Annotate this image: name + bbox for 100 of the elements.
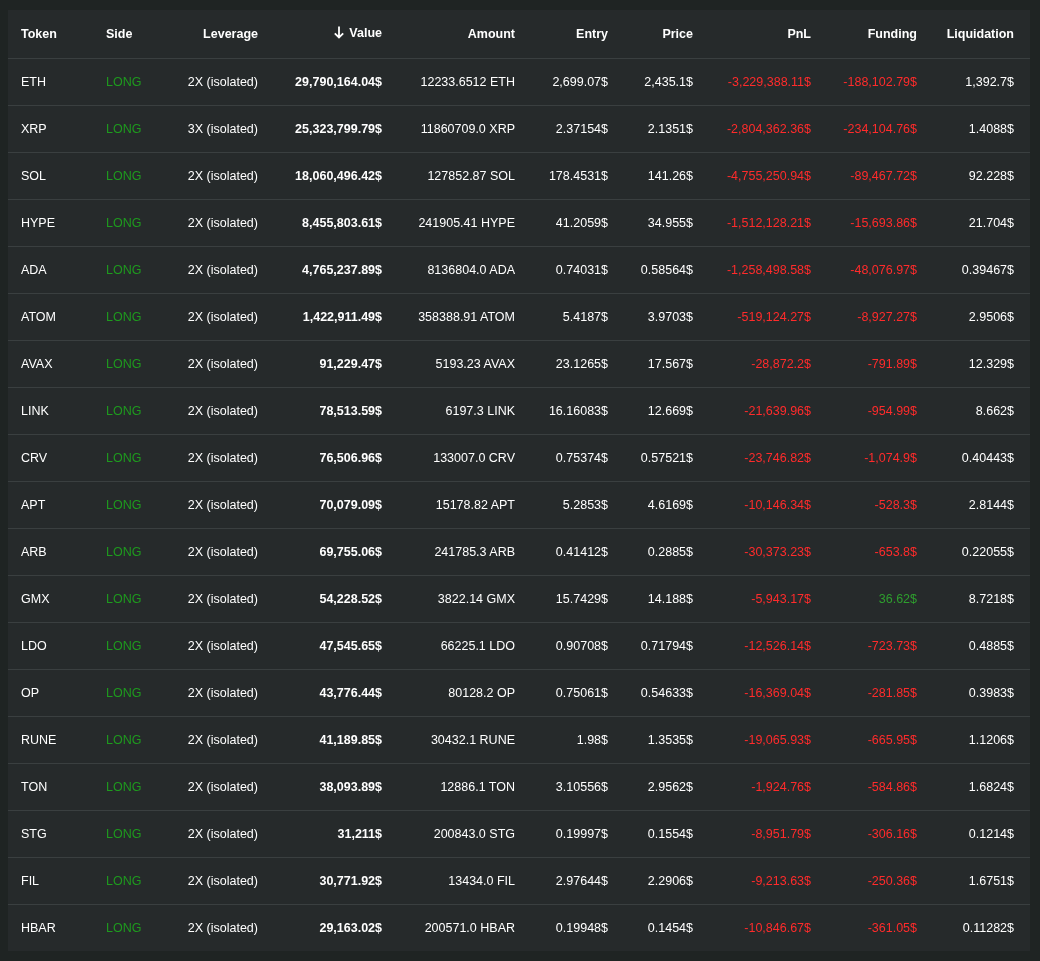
table-cell: 2.97644$ — [555, 874, 608, 888]
table-cell: 16.16083$ — [548, 404, 608, 418]
table-cell: 2X (isolated) — [187, 169, 258, 183]
column-header[interactable]: PnL — [787, 27, 811, 41]
table-cell: 25,323,799.79$ — [295, 122, 382, 136]
table-cell: 66225.1 LDO — [440, 639, 515, 653]
table-cell: -791.89$ — [867, 357, 917, 371]
column-header[interactable]: Amount — [467, 27, 515, 41]
table-cell: 0.1454$ — [647, 921, 693, 935]
table-cell: -3,229,388.11$ — [727, 75, 811, 89]
table-cell: 0.75374$ — [555, 451, 608, 465]
table-cell: 78,513.59$ — [319, 404, 382, 418]
table-cell: 0.74031$ — [555, 263, 608, 277]
table-cell: LONG — [106, 639, 142, 653]
table-cell: -10,146.34$ — [744, 498, 811, 512]
table-cell: 241905.41 HYPE — [418, 216, 515, 230]
table-cell: 0.1554$ — [647, 827, 693, 841]
column-header[interactable]: Value — [349, 25, 382, 40]
table-cell: -528.3$ — [874, 498, 917, 512]
table-cell: 0.2885$ — [647, 545, 693, 559]
table-cell: 2.37154$ — [555, 122, 608, 136]
column-header[interactable]: Liquidation — [946, 27, 1014, 41]
table-cell: 3822.14 GMX — [437, 592, 515, 606]
table-cell: 23.1265$ — [555, 357, 608, 371]
table-cell: -12,526.14$ — [744, 639, 811, 653]
table-cell: 41.2059$ — [555, 216, 608, 230]
table-cell: LONG — [106, 874, 142, 888]
table-cell: 8.7218$ — [968, 592, 1014, 606]
table-cell: 200571.0 HBAR — [424, 921, 515, 935]
table-cell: 2X (isolated) — [187, 780, 258, 794]
table-cell: LONG — [106, 733, 142, 747]
table-cell: 2.1351$ — [647, 122, 693, 136]
column-header[interactable]: Price — [662, 27, 693, 41]
table-cell: 3.9703$ — [647, 310, 693, 324]
table-cell: 2X (isolated) — [187, 357, 258, 371]
table-cell: -8,951.79$ — [751, 827, 811, 841]
table-cell: 54,228.52$ — [319, 592, 382, 606]
table-cell: ARB — [21, 545, 47, 559]
table-cell: 5.2853$ — [562, 498, 608, 512]
table-cell: LONG — [106, 263, 142, 277]
table-cell: -665.95$ — [867, 733, 917, 747]
table-cell: LONG — [106, 122, 142, 136]
table-cell: 0.19948$ — [555, 921, 608, 935]
table-cell: -188,102.79$ — [843, 75, 917, 89]
table-cell: 0.39467$ — [961, 263, 1014, 277]
table-cell: 2X (isolated) — [187, 686, 258, 700]
table-cell: LONG — [106, 686, 142, 700]
table-cell: -15,693.86$ — [850, 216, 917, 230]
table-cell: 4,765,237.89$ — [302, 263, 382, 277]
table-cell: 2X (isolated) — [187, 216, 258, 230]
table-cell: 2X (isolated) — [187, 874, 258, 888]
table-cell: 6197.3 LINK — [445, 404, 515, 418]
table-cell: 1.1206$ — [968, 733, 1014, 747]
table-cell: 30,771.92$ — [319, 874, 382, 888]
table-cell: CRV — [21, 451, 48, 465]
table-cell: XRP — [21, 122, 47, 136]
table-cell: 8.662$ — [975, 404, 1014, 418]
table-cell: 17.567$ — [647, 357, 693, 371]
table-cell: LONG — [106, 404, 142, 418]
table-cell: FIL — [21, 874, 40, 888]
table-cell: LINK — [21, 404, 49, 418]
table-cell: 15.7429$ — [555, 592, 608, 606]
table-cell: 2X (isolated) — [187, 404, 258, 418]
table-cell: 43,776.44$ — [319, 686, 382, 700]
table-cell: 12.329$ — [968, 357, 1014, 371]
column-header[interactable]: Side — [106, 27, 133, 41]
column-header[interactable]: Leverage — [203, 27, 258, 41]
table-cell: 0.54633$ — [640, 686, 693, 700]
table-cell: 0.22055$ — [961, 545, 1014, 559]
table-cell: LONG — [106, 310, 142, 324]
table-cell: 76,506.96$ — [319, 451, 382, 465]
table-cell: -23,746.82$ — [744, 451, 811, 465]
table-cell: 12.669$ — [647, 404, 693, 418]
table-cell: -1,074.9$ — [864, 451, 917, 465]
table-cell: SOL — [21, 169, 46, 183]
table-cell: -19,065.93$ — [744, 733, 811, 747]
column-header[interactable]: Token — [21, 27, 57, 41]
table-cell: 38,093.89$ — [319, 780, 382, 794]
table-cell: LONG — [106, 169, 142, 183]
table-cell: 34.955$ — [647, 216, 693, 230]
table-cell: -954.99$ — [867, 404, 917, 418]
table-cell: LONG — [106, 75, 142, 89]
table-cell: 1.98$ — [576, 733, 608, 747]
table-cell: 0.57521$ — [640, 451, 693, 465]
table-cell: 2.9506$ — [968, 310, 1014, 324]
table-cell: 127852.87 SOL — [427, 169, 515, 183]
table-cell: 178.4531$ — [548, 169, 608, 183]
table-cell: 141.26$ — [647, 169, 693, 183]
table-cell: LONG — [106, 357, 142, 371]
table-cell: 15178.82 APT — [435, 498, 515, 512]
table-cell: 133007.0 CRV — [433, 451, 515, 465]
column-header[interactable]: Entry — [576, 27, 608, 41]
table-cell: -250.36$ — [867, 874, 917, 888]
table-cell: ETH — [21, 75, 46, 89]
table-cell: TON — [21, 780, 48, 794]
table-cell: 69,755.06$ — [319, 545, 382, 559]
column-header[interactable]: Funding — [867, 27, 917, 41]
table-cell: AVAX — [21, 357, 53, 371]
table-cell: GMX — [21, 592, 50, 606]
table-cell: 91,229.47$ — [319, 357, 382, 371]
